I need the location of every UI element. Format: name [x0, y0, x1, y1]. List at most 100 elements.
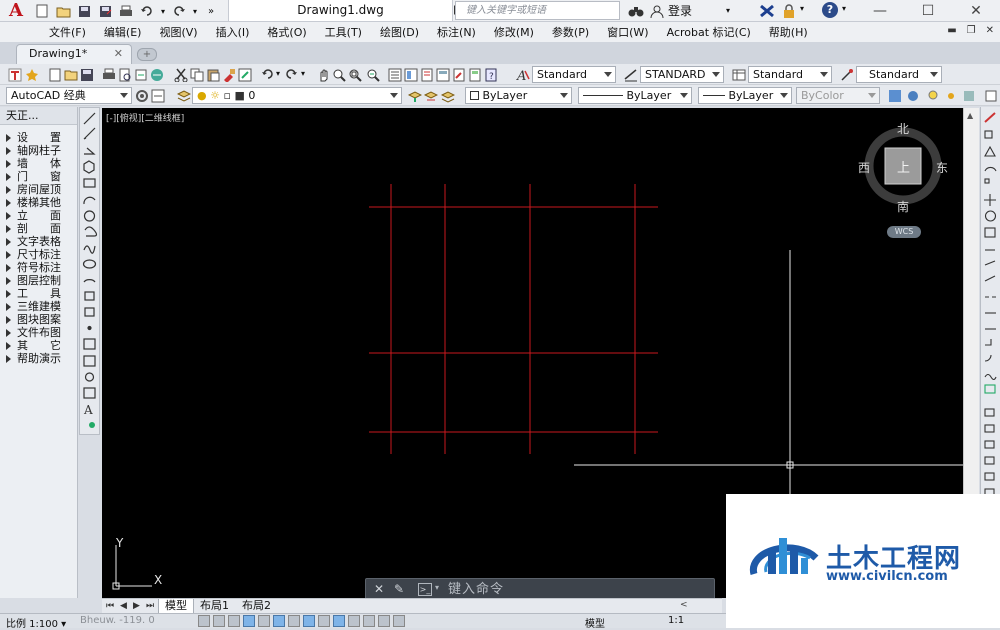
text-style-icon[interactable]: A	[516, 68, 530, 82]
extend-icon[interactable]	[984, 275, 996, 282]
tz-item-other[interactable]: 其 它	[0, 339, 77, 352]
menu-draw[interactable]: 绘图(D)	[371, 24, 428, 40]
sheet-set-icon[interactable]	[436, 68, 450, 82]
layer-previous-icon[interactable]	[424, 89, 438, 103]
tz-item-section[interactable]: 剖 面	[0, 222, 77, 235]
menu-window[interactable]: 窗口(W)	[598, 24, 657, 40]
tz-item-blocks-patterns[interactable]: 图块图案	[0, 313, 77, 326]
paste-icon[interactable]	[206, 68, 220, 82]
menu-format[interactable]: 格式(O)	[258, 24, 315, 40]
plotstyle-select[interactable]: ByColor	[796, 87, 880, 104]
mtext-icon[interactable]: A	[83, 403, 93, 417]
bring-to-front-icon[interactable]	[984, 424, 995, 433]
new-tab-button[interactable]: +	[137, 48, 157, 61]
properties-icon[interactable]	[388, 68, 402, 82]
layer-select[interactable]: ● ☼ ▫ ■ 0	[192, 87, 402, 104]
binoculars-icon[interactable]	[627, 2, 645, 20]
undo-icon[interactable]	[260, 68, 274, 82]
object-snap-tracking-icon[interactable]	[303, 615, 315, 627]
send-under-icon[interactable]	[984, 472, 995, 481]
undo-dropdown-icon[interactable]: ▾	[276, 69, 280, 78]
dynamic-input-icon[interactable]	[333, 615, 345, 627]
qnew-icon[interactable]	[48, 68, 62, 82]
tab-model[interactable]: 模型	[158, 599, 194, 614]
scroll-up-icon[interactable]: ▲	[967, 111, 973, 120]
annotation-zoom[interactable]: 1:1	[668, 615, 684, 626]
save-as-icon[interactable]	[96, 2, 114, 20]
circle-icon[interactable]	[83, 210, 96, 222]
block-editor-icon[interactable]	[238, 68, 252, 82]
text-style-select[interactable]: Standard	[532, 66, 616, 83]
match-properties-icon[interactable]	[222, 68, 236, 82]
array-icon[interactable]	[984, 178, 990, 184]
tab-drawing1[interactable]: Drawing1* ✕	[16, 44, 132, 64]
rectangle-icon[interactable]	[83, 178, 96, 188]
visual-style-icon[interactable]	[962, 89, 976, 103]
point-icon[interactable]	[87, 325, 92, 331]
construction-line-icon[interactable]	[83, 127, 96, 140]
tz-item-help-demo[interactable]: 帮助演示	[0, 352, 77, 365]
autocad-logo-icon[interactable]: A	[2, 0, 30, 22]
login-area[interactable]: 登录 ▾	[650, 2, 730, 19]
tab-layout1[interactable]: 布局1	[194, 599, 235, 614]
workspace-settings-icon[interactable]	[135, 89, 149, 103]
redo-dropdown-icon[interactable]: ▾	[301, 69, 305, 78]
wcs-menu[interactable]: WCS	[887, 226, 921, 238]
fillet-icon[interactable]	[984, 354, 992, 362]
tz-item-settings[interactable]: 设 置	[0, 131, 77, 144]
menu-file[interactable]: 文件(F)	[40, 24, 95, 40]
exchange-icon[interactable]	[758, 2, 776, 20]
tz-item-text-tables[interactable]: 文字表格	[0, 235, 77, 248]
line-icon[interactable]	[83, 112, 96, 125]
subscription-lock-icon[interactable]	[780, 2, 798, 20]
tz-item-dimensions[interactable]: 尺寸标注	[0, 248, 77, 261]
publish-icon[interactable]	[134, 68, 148, 82]
search-input[interactable]: 键入关键字或短语	[455, 1, 620, 20]
hscroll-left-icon[interactable]: <	[680, 600, 688, 610]
mleader-style-icon[interactable]	[840, 68, 854, 82]
selection-cycling-icon[interactable]	[393, 615, 405, 627]
tz-item-walls[interactable]: 墙 体	[0, 157, 77, 170]
tz-item-axis-columns[interactable]: 轴网柱子	[0, 144, 77, 157]
transparency-icon[interactable]	[363, 615, 375, 627]
make-current-layer-icon[interactable]	[408, 89, 422, 103]
add-selected-icon[interactable]	[89, 422, 95, 428]
open-icon[interactable]	[64, 68, 78, 82]
light-bulb-icon[interactable]	[926, 89, 940, 103]
tz-item-3d-modeling[interactable]: 三维建模	[0, 300, 77, 313]
plot-preview-icon[interactable]	[118, 68, 132, 82]
redo-dropdown-icon[interactable]: ▾	[191, 2, 199, 20]
dim-style-select[interactable]: STANDARD	[640, 66, 724, 83]
move-icon[interactable]	[984, 194, 996, 206]
gradient-icon[interactable]	[83, 355, 96, 367]
tz-item-file-layout[interactable]: 文件布图	[0, 326, 77, 339]
login-dropdown-icon[interactable]: ▾	[726, 6, 730, 15]
undo-icon[interactable]	[138, 2, 156, 20]
tz-item-doors-windows[interactable]: 门 窗	[0, 170, 77, 183]
help-book-icon[interactable]: ?	[484, 68, 498, 82]
save-icon[interactable]	[75, 2, 93, 20]
make-block-icon[interactable]	[84, 307, 95, 317]
help-icon[interactable]: ?	[822, 2, 838, 18]
doc-restore-icon[interactable]: ❐	[967, 25, 976, 36]
explode-icon[interactable]	[984, 384, 996, 394]
trim-icon[interactable]	[984, 260, 996, 266]
viewcube-south[interactable]: 南	[897, 198, 909, 215]
infer-constraints-icon[interactable]	[198, 615, 210, 627]
lineweight-select[interactable]: ByLayer	[698, 87, 792, 104]
help-dropdown-icon[interactable]: ▾	[842, 4, 846, 13]
recent-commands-dropdown-icon[interactable]: ▾	[435, 583, 439, 592]
undo-dropdown-icon[interactable]: ▾	[159, 2, 167, 20]
redo-icon[interactable]	[285, 68, 299, 82]
command-line[interactable]: ✕ ✎ >_ ▾ 键入命令	[365, 578, 715, 600]
polar-tracking-icon[interactable]	[258, 615, 270, 627]
close-icon[interactable]: ✕	[952, 0, 1000, 22]
revision-cloud-icon[interactable]	[84, 226, 98, 237]
menu-acrobat[interactable]: Acrobat 标记(C)	[658, 24, 760, 40]
save-icon[interactable]	[80, 68, 94, 82]
spline-icon[interactable]	[83, 245, 96, 254]
pan-icon[interactable]	[316, 68, 330, 82]
color-select[interactable]: ByLayer	[465, 87, 572, 104]
coordinates-readout[interactable]: Bheuw. -119. 0	[80, 615, 155, 626]
tool-palettes-icon[interactable]	[420, 68, 434, 82]
